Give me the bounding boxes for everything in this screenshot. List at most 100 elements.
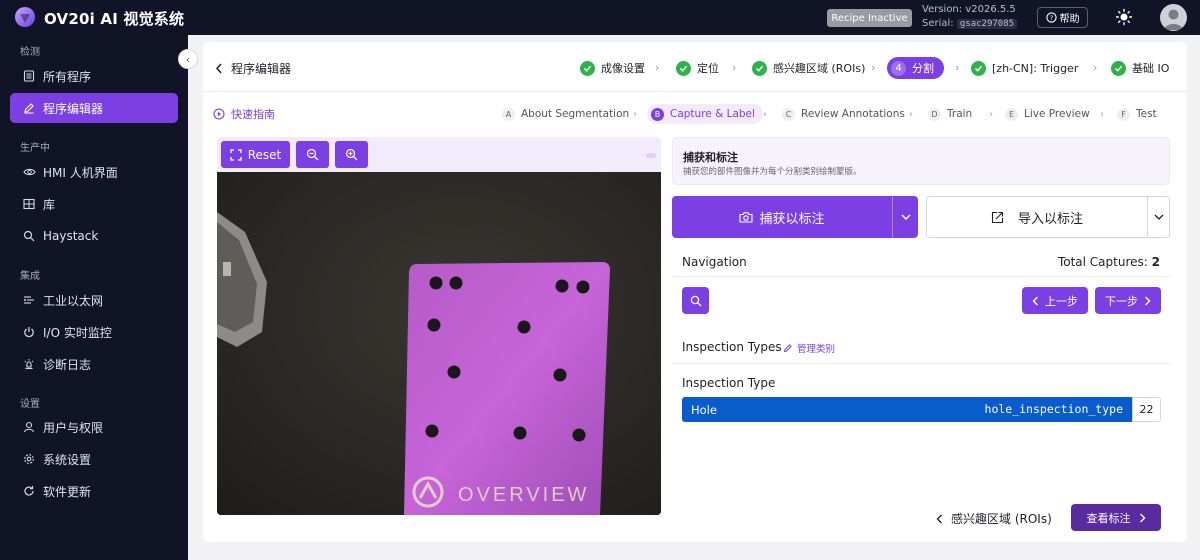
substep-label: Test	[1136, 108, 1157, 120]
pencil-icon	[783, 344, 792, 353]
main-panel: 程序编辑器 成像设置 › 定位 › 感兴趣区域 (ROIs) › 4 分割 › …	[203, 42, 1187, 542]
substep-live-preview[interactable]: E Live Preview	[1005, 104, 1090, 124]
step-imaging[interactable]: 成像设置	[580, 57, 645, 79]
total-captures-value: 2	[1151, 255, 1160, 269]
capture-button-main[interactable]: 捕获以标注	[672, 196, 892, 238]
sidebar-item-label: 软件更新	[43, 484, 92, 499]
sidebar-section-label: 检测	[20, 47, 40, 58]
sidebar-item-diagnostics[interactable]: 诊断日志	[10, 349, 178, 379]
substep-capture-label[interactable]: B Capture & Label	[647, 104, 763, 124]
sidebar-item-library[interactable]: 库	[10, 189, 178, 219]
search-captures-button[interactable]	[682, 287, 709, 314]
quick-guide-label: 快速指南	[231, 108, 275, 121]
import-button-main[interactable]: 导入以标注	[927, 197, 1147, 237]
image-pane: Reset OVERVIEW	[217, 137, 661, 515]
sidebar-item-label: 程序编辑器	[43, 101, 104, 116]
captured-part-image: OVERVIEW	[217, 172, 661, 515]
sidebar-item-hmi[interactable]: HMI 人机界面	[10, 157, 178, 187]
theme-toggle-icon[interactable]	[1115, 8, 1133, 26]
camera-icon	[739, 212, 754, 223]
substep-letter: F	[1117, 107, 1130, 121]
capture-description: 捕获您的部件图像并为每个分割类别绘制蒙版。	[683, 167, 862, 177]
sidebar-item-program-editor[interactable]: 程序编辑器	[10, 93, 178, 123]
pane-scroll-indicator[interactable]	[646, 153, 656, 158]
recipe-status-badge: Recipe Inactive	[827, 9, 912, 27]
step-label: [zh-CN]: Trigger	[992, 61, 1079, 75]
help-icon: ?	[1045, 12, 1057, 23]
import-icon	[991, 211, 1004, 223]
pencil-icon	[22, 101, 36, 115]
next-button[interactable]: 下一步	[1095, 287, 1161, 314]
inspection-type-selected[interactable]: Hole hole_inspection_type	[682, 397, 1132, 422]
back-to-rois-link[interactable]: 感兴趣区域 (ROIs)	[936, 510, 1052, 527]
sidebar: 检测 所有程序 程序编辑器 生产中 HMI 人机界面 库 Haystack 集成…	[0, 35, 188, 560]
step-rois[interactable]: 感兴趣区域 (ROIs)	[752, 57, 865, 79]
chevron-right-icon: ›	[1093, 61, 1098, 74]
sidebar-item-industrial-ethernet[interactable]: 工业以太网	[10, 285, 178, 315]
list-icon	[22, 69, 36, 83]
capture-dropdown-toggle[interactable]	[892, 196, 918, 238]
substep-train[interactable]: D Train	[928, 104, 972, 124]
reset-button[interactable]: Reset	[221, 141, 290, 168]
sidebar-item-software-update[interactable]: 软件更新	[10, 476, 178, 506]
chevron-down-icon	[1154, 214, 1163, 220]
inspection-types-title: Inspection Types	[682, 340, 782, 354]
step-positioning[interactable]: 定位	[676, 57, 719, 79]
user-icon	[22, 420, 36, 434]
import-dropdown-toggle[interactable]	[1147, 197, 1169, 237]
sidebar-item-haystack[interactable]: Haystack	[10, 221, 178, 251]
power-icon	[22, 325, 36, 339]
navigation-title: Navigation	[682, 255, 747, 269]
import-button-label: 导入以标注	[1017, 211, 1083, 227]
sidebar-item-label: 工业以太网	[43, 293, 104, 308]
sidebar-item-system-settings[interactable]: 系统设置	[10, 444, 178, 474]
sidebar-collapse-button[interactable]: ‹	[178, 49, 198, 69]
substep-letter: D	[928, 107, 941, 121]
step-segmentation[interactable]: 4 分割	[887, 57, 944, 79]
chevron-right-icon: ›	[955, 61, 960, 74]
sidebar-item-label: Haystack	[43, 229, 99, 243]
step-basic-io[interactable]: 基础 IO	[1111, 57, 1169, 79]
eye-icon	[22, 165, 36, 179]
sidebar-item-label: 系统设置	[43, 452, 92, 467]
user-avatar[interactable]	[1160, 4, 1187, 31]
manage-classes-link[interactable]: 管理类别	[783, 341, 835, 355]
substep-about-segmentation[interactable]: A About Segmentation	[502, 104, 629, 124]
sidebar-section-label: 设置	[20, 399, 40, 410]
help-button[interactable]: ? 帮助	[1037, 7, 1088, 28]
substep-review-annotations[interactable]: C Review Annotations	[782, 104, 905, 124]
sidebar-item-io-monitor[interactable]: I/O 实时监控	[10, 317, 178, 347]
zoom-in-button[interactable]	[335, 141, 368, 168]
capture-info-card: 捕获和标注 捕获您的部件图像并为每个分割类别绘制蒙版。	[672, 137, 1170, 185]
previous-button[interactable]: 上一步	[1022, 287, 1088, 314]
substep-label: Train	[947, 108, 973, 120]
import-to-label-button[interactable]: 导入以标注	[926, 196, 1170, 238]
quick-guide-link[interactable]: 快速指南	[213, 106, 275, 122]
substep-letter: B	[651, 107, 664, 121]
sidebar-section-label: 生产中	[20, 143, 50, 154]
substep-letter: C	[782, 107, 795, 121]
step-trigger[interactable]: [zh-CN]: Trigger	[971, 57, 1078, 79]
chevron-left-icon: ‹	[185, 52, 191, 66]
serial-value: gsac297085	[956, 19, 1018, 29]
navigation-row: Navigation Total Captures: 2	[672, 247, 1170, 277]
substep-test[interactable]: F Test	[1117, 104, 1157, 124]
sidebar-item-users[interactable]: 用户与权限	[10, 412, 178, 442]
check-icon	[1111, 60, 1126, 76]
check-icon	[580, 60, 595, 76]
camera-image[interactable]: OVERVIEW	[217, 172, 661, 515]
step-label: 感兴趣区域 (ROIs)	[773, 62, 866, 75]
capture-to-label-button[interactable]: 捕获以标注	[672, 196, 918, 238]
zoom-out-button[interactable]	[296, 141, 329, 168]
step-number: 4	[891, 60, 906, 76]
review-annotations-button[interactable]: 查看标注	[1071, 504, 1161, 531]
user-avatar-icon	[1164, 9, 1183, 30]
chevron-right-icon: ›	[1100, 109, 1104, 120]
search-icon	[22, 229, 36, 243]
inspection-type-row[interactable]: Hole hole_inspection_type 22	[682, 397, 1161, 422]
editor-back-link[interactable]: 程序编辑器	[215, 60, 291, 77]
sidebar-item-all-programs[interactable]: 所有程序	[10, 61, 178, 91]
grid-icon	[22, 197, 36, 211]
check-icon	[752, 60, 767, 76]
plate-watermark: OVERVIEW	[458, 484, 589, 506]
